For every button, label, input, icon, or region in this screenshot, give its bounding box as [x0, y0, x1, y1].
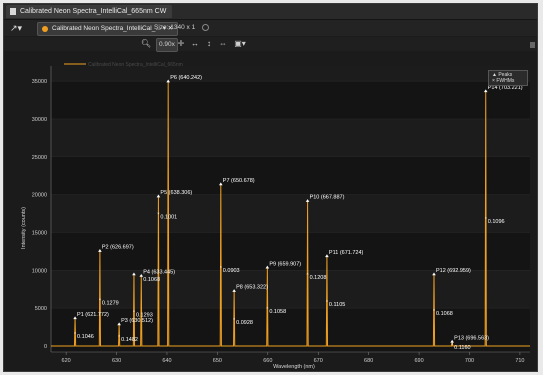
fwhm-label: 0.1001 [160, 214, 177, 220]
window-tab[interactable]: Calibrated Neon Spectra_IntelliCal_665nm… [6, 5, 173, 18]
fit-horizontal-icon[interactable]: ↔ [189, 38, 201, 50]
document-icon [10, 8, 16, 15]
peak-label: P3 (630.512) [121, 318, 153, 324]
x-tick-label: 630 [112, 358, 121, 364]
reset-zoom-icon[interactable]: ⇔ [217, 38, 229, 50]
peak-label: P6 (640.242) [170, 75, 202, 81]
fwhm-label: 0.1068 [436, 311, 453, 317]
peak-label: P12 (692.959) [436, 268, 471, 274]
peak-label: P1 (621.772) [77, 312, 109, 318]
x-tick-label: 670 [314, 358, 323, 364]
size-label: Size: 1340 x 1 [154, 24, 196, 31]
spectrum-chart: 0 5000 10000 15000 20000 25000 30000 35000 620 63… [21, 62, 530, 370]
x-tick-label: 650 [213, 358, 222, 364]
file-tab-label: Calibrated Neon Spectra_IntelliCal_... [52, 25, 161, 32]
plot-band [51, 66, 530, 82]
y-tick-label: 20000 [32, 193, 47, 199]
side-panel-toggle[interactable] [530, 42, 535, 48]
fwhm-label: 0.1208 [310, 275, 327, 281]
y-tick-label: 15000 [32, 230, 47, 236]
peak-label: P11 (671.724) [329, 250, 364, 256]
peak-label: P13 (696.563) [454, 335, 489, 341]
fwhm-label: 0.1058 [269, 309, 286, 315]
clock-icon[interactable] [202, 24, 209, 31]
fwhm-label: 0.1482 [121, 337, 138, 343]
x-tick-label: 710 [515, 358, 524, 364]
window-title: Calibrated Neon Spectra_IntelliCal_665nm… [20, 8, 167, 15]
y-tick-label: 10000 [32, 268, 47, 274]
peak-label: P9 (659.907) [269, 261, 301, 267]
zoom-out-icon[interactable]: 🔍︎ [139, 38, 153, 50]
x-tick-label: 660 [263, 358, 272, 364]
fwhm-label: 0.1068 [143, 277, 160, 283]
peak-label: P8 (653.322) [236, 285, 268, 291]
plot-band [51, 118, 530, 157]
y-tick-label: 0 [44, 344, 47, 350]
legend-fwhms[interactable]: × FWHMs [492, 78, 514, 84]
export-icon[interactable]: ▣▾ [233, 38, 247, 50]
peak-label: P2 (626.697) [102, 245, 134, 251]
navigate-icon[interactable]: ↗▾ [10, 22, 28, 34]
x-tick-label: 680 [364, 358, 373, 364]
peak-label: P7 (650.678) [223, 178, 255, 184]
fwhm-label: 0.1279 [102, 301, 119, 307]
series-label: Calibrated Neon Spectra_IntelliCal_665nm [88, 62, 183, 68]
y-tick-label: 25000 [32, 155, 47, 161]
file-status-icon [42, 26, 48, 32]
fwhm-label: 0.0903 [223, 268, 240, 274]
fwhm-label: 0.1293 [136, 313, 153, 319]
y-tick-label: 30000 [32, 117, 47, 123]
viewer-window: Calibrated Neon Spectra_IntelliCal_665nm… [3, 3, 538, 372]
fit-vertical-icon[interactable]: ↕ [203, 38, 215, 50]
fwhm-label: 0.1046 [77, 334, 94, 340]
peak-label: P10 (667.887) [310, 195, 345, 201]
x-tick-label: 690 [414, 358, 423, 364]
plot-band [51, 194, 530, 233]
legend: ▲ Peaks × FWHMs [488, 70, 528, 86]
x-tick-label: 700 [465, 358, 474, 364]
peak-label: P5 (638.306) [160, 190, 192, 196]
zoom-toolbar: 🔍︎ 0.90x ✛ ↔ ↕ ⇔ ▣▾ [4, 37, 537, 52]
title-bar: Calibrated Neon Spectra_IntelliCal_665nm… [4, 4, 537, 20]
fwhm-label: 0.1160 [454, 345, 470, 351]
y-tick-label: 5000 [35, 306, 47, 312]
toolbar: ↗▾ Calibrated Neon Spectra_IntelliCal_..… [4, 20, 537, 36]
y-axis-label: Intensity (counts) [21, 207, 27, 249]
pan-icon[interactable]: ✛ [175, 38, 187, 50]
fwhm-label: 0.0928 [236, 320, 253, 326]
fwhm-label: 0.1096 [488, 219, 505, 225]
fwhm-label: 0.1105 [329, 302, 345, 308]
peak-label: P4 (633.445) [143, 270, 175, 276]
x-tick-label: 640 [162, 358, 171, 364]
y-tick-label: 35000 [32, 79, 47, 85]
x-tick-label: 620 [62, 358, 71, 364]
plot-band [51, 270, 530, 309]
x-axis-label: Wavelength (nm) [273, 364, 315, 370]
